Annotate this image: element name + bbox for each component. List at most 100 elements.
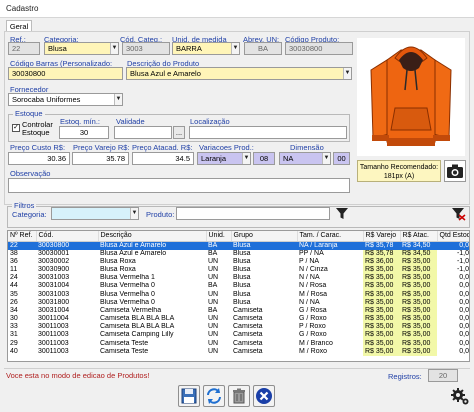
table-cell: R$ 35,00 — [363, 331, 400, 340]
col-header[interactable]: Cód. — [36, 231, 99, 242]
settings-button[interactable] — [450, 386, 470, 406]
table-cell: UN — [208, 323, 219, 331]
table-row[interactable]: 29 30011003 Camiseta Teste UN Camiseta M / Br… — [8, 339, 469, 348]
col-header[interactable]: Qtd Estoq. — [437, 231, 469, 242]
chevron-down-icon[interactable]: ▼ — [231, 43, 239, 54]
filtro-produto-input[interactable] — [176, 207, 330, 220]
table-cell: M / Roxo — [299, 347, 328, 355]
chevron-down-icon[interactable]: ▼ — [110, 43, 118, 54]
clear-filter-icon[interactable] — [450, 206, 466, 221]
validade-label: Validade — [116, 117, 145, 126]
preco-custo-label: Preço Custo R$: — [10, 143, 66, 152]
products-grid[interactable]: Nº Ref. Cód. Descrição Unid. Grupo Tam. … — [7, 230, 470, 362]
table-cell: UN — [208, 298, 219, 306]
unid-medida-select[interactable]: BARRA ▼ — [172, 42, 240, 55]
localizacao-label: Localização — [190, 117, 230, 126]
table-row[interactable]: 11 30030900 Blusa Roxa UN Blusa N / Cinza R$ 3… — [8, 265, 469, 275]
chevron-down-icon[interactable]: ▼ — [343, 68, 351, 79]
variacoes-select[interactable]: Laranja ▼ — [197, 152, 251, 165]
fornecedor-select[interactable]: Sorocaba Uniformes ▼ — [8, 93, 123, 106]
table-cell: UN — [208, 315, 219, 323]
table-cell: R$ 35,00 — [363, 323, 400, 332]
table-row[interactable]: 31 30011003 Camiseta Camping Lilly UN Camise… — [8, 331, 469, 340]
table-cell: 24 — [10, 274, 18, 282]
localizacao-input[interactable] — [189, 126, 347, 139]
table-cell: R$ 35,00 — [400, 347, 437, 356]
table-cell: UN — [208, 347, 219, 355]
table-row[interactable]: 22 30030800 Blusa Azul e Amarelo BA Blusa NA … — [8, 241, 469, 250]
preco-custo-input[interactable]: 30.36 — [8, 152, 70, 165]
table-row[interactable]: 34 30031004 Camiseta Vermelha BA Camiseta G /… — [8, 306, 469, 315]
col-header[interactable]: Descrição — [98, 231, 207, 242]
col-header[interactable]: Nº Ref. — [8, 231, 37, 242]
preco-atacad-input[interactable]: 34.5 — [132, 152, 194, 165]
validade-input[interactable] — [114, 126, 172, 139]
camera-button[interactable] — [444, 160, 466, 182]
validade-picker-button[interactable]: ... — [173, 126, 185, 139]
table-cell: P / NA — [299, 257, 320, 265]
chevron-down-icon[interactable]: ▼ — [130, 208, 138, 219]
table-cell: R$ 35,00 — [363, 265, 400, 275]
cancel-button[interactable] — [253, 385, 275, 407]
delete-button[interactable] — [228, 385, 250, 407]
table-cell: M / Rosa — [299, 290, 328, 298]
codigo-barras-input[interactable]: 30030800 — [8, 67, 123, 80]
filtro-categoria-select[interactable]: ▼ — [51, 207, 139, 220]
table-cell: R$ 35,00 — [363, 347, 400, 356]
table-row[interactable]: 35 30031003 Blusa Vermelha 0 UN Blusa M / Ros… — [8, 290, 469, 299]
table-row[interactable]: 38 30030001 Blusa Azul e Amarelo BA Blusa PP … — [8, 249, 469, 258]
dimensao-select[interactable]: NA ▼ — [279, 152, 331, 165]
table-row[interactable]: 44 30031004 Blusa Vermelha 0 BA Blusa N / Ros… — [8, 282, 469, 291]
table-row[interactable]: 24 30031003 Blusa Vermelha 1 UN Blusa N / NA R… — [8, 274, 469, 283]
table-cell: 30030001 — [38, 249, 70, 257]
product-image[interactable] — [357, 38, 465, 156]
hoodie-image — [370, 46, 452, 146]
col-header[interactable]: Grupo — [231, 231, 298, 242]
table-cell: 30011003 — [38, 331, 69, 339]
table-cell: Camiseta — [233, 306, 263, 314]
table-cell: 26 — [10, 298, 18, 306]
col-header[interactable]: R$ Atac. — [400, 231, 438, 242]
col-header[interactable]: Tam. / Carac. — [297, 231, 364, 242]
status-bar: Voce esta no modo de edicao de Produtos!… — [4, 368, 470, 382]
categoria-select[interactable]: Blusa ▼ — [44, 42, 119, 55]
table-row[interactable]: 30 30011004 Camiseta BLA BLA BLA UN Camiseta… — [8, 315, 469, 324]
table-row[interactable]: 26 30031800 Blusa Vermelha 0 UN Blusa N / NA R… — [8, 298, 469, 307]
col-header[interactable]: R$ Varejo — [363, 231, 401, 242]
descricao-select[interactable]: Blusa Azul e Amarelo ▼ — [126, 67, 352, 80]
table-cell: 30011004 — [38, 315, 69, 323]
table-cell: UN — [208, 274, 219, 282]
table-cell: Camiseta BLA BLA BLA — [100, 323, 175, 331]
table-cell: 0,0 — [459, 331, 469, 339]
chevron-down-icon[interactable]: ▼ — [114, 94, 122, 105]
filter-icon[interactable] — [334, 206, 350, 221]
chevron-down-icon[interactable]: ▼ — [322, 153, 330, 164]
chevron-down-icon[interactable]: ▼ — [242, 153, 250, 164]
controlar-estoque-checkbox[interactable]: ✓ — [12, 124, 20, 132]
col-header[interactable]: Unid. — [206, 231, 232, 242]
table-cell: Blusa Roxa — [100, 265, 136, 273]
fornecedor-value: Sorocaba Uniformes — [12, 95, 81, 104]
ref-field: 22 — [8, 42, 40, 55]
table-cell: R$ 35,00 — [400, 331, 437, 340]
table-row[interactable]: 33 30011003 Camiseta BLA BLA BLA UN Camiseta… — [8, 323, 469, 332]
save-button[interactable] — [178, 385, 200, 407]
table-row[interactable]: 40 30011003 Camiseta Teste UN Camiseta M / Ro… — [8, 347, 469, 356]
table-cell: Blusa — [233, 274, 251, 282]
table-cell: 0,0 — [459, 290, 469, 298]
table-cell: -1,0 — [456, 249, 469, 257]
table-cell: -1,0 — [456, 265, 469, 273]
table-cell: 36 — [10, 257, 18, 265]
table-cell: Blusa — [233, 265, 251, 273]
preco-varejo-input[interactable]: 35.78 — [72, 152, 129, 165]
codigo-produto-field: 30030800 — [285, 42, 353, 55]
table-cell: R$ 35,00 — [363, 306, 400, 315]
estoq-min-input[interactable]: 30 — [59, 126, 109, 139]
table-row[interactable]: 36 30030002 Blusa Roxa UN Blusa P / NA R$ 36,0… — [8, 257, 469, 266]
table-cell: PP / NA — [299, 249, 324, 257]
table-cell: R$ 35,00 — [363, 282, 400, 291]
refresh-button[interactable] — [203, 385, 225, 407]
table-cell: M / Branco — [299, 339, 333, 347]
observacao-input[interactable] — [8, 178, 350, 193]
tab-strip: Geral — [4, 18, 470, 33]
